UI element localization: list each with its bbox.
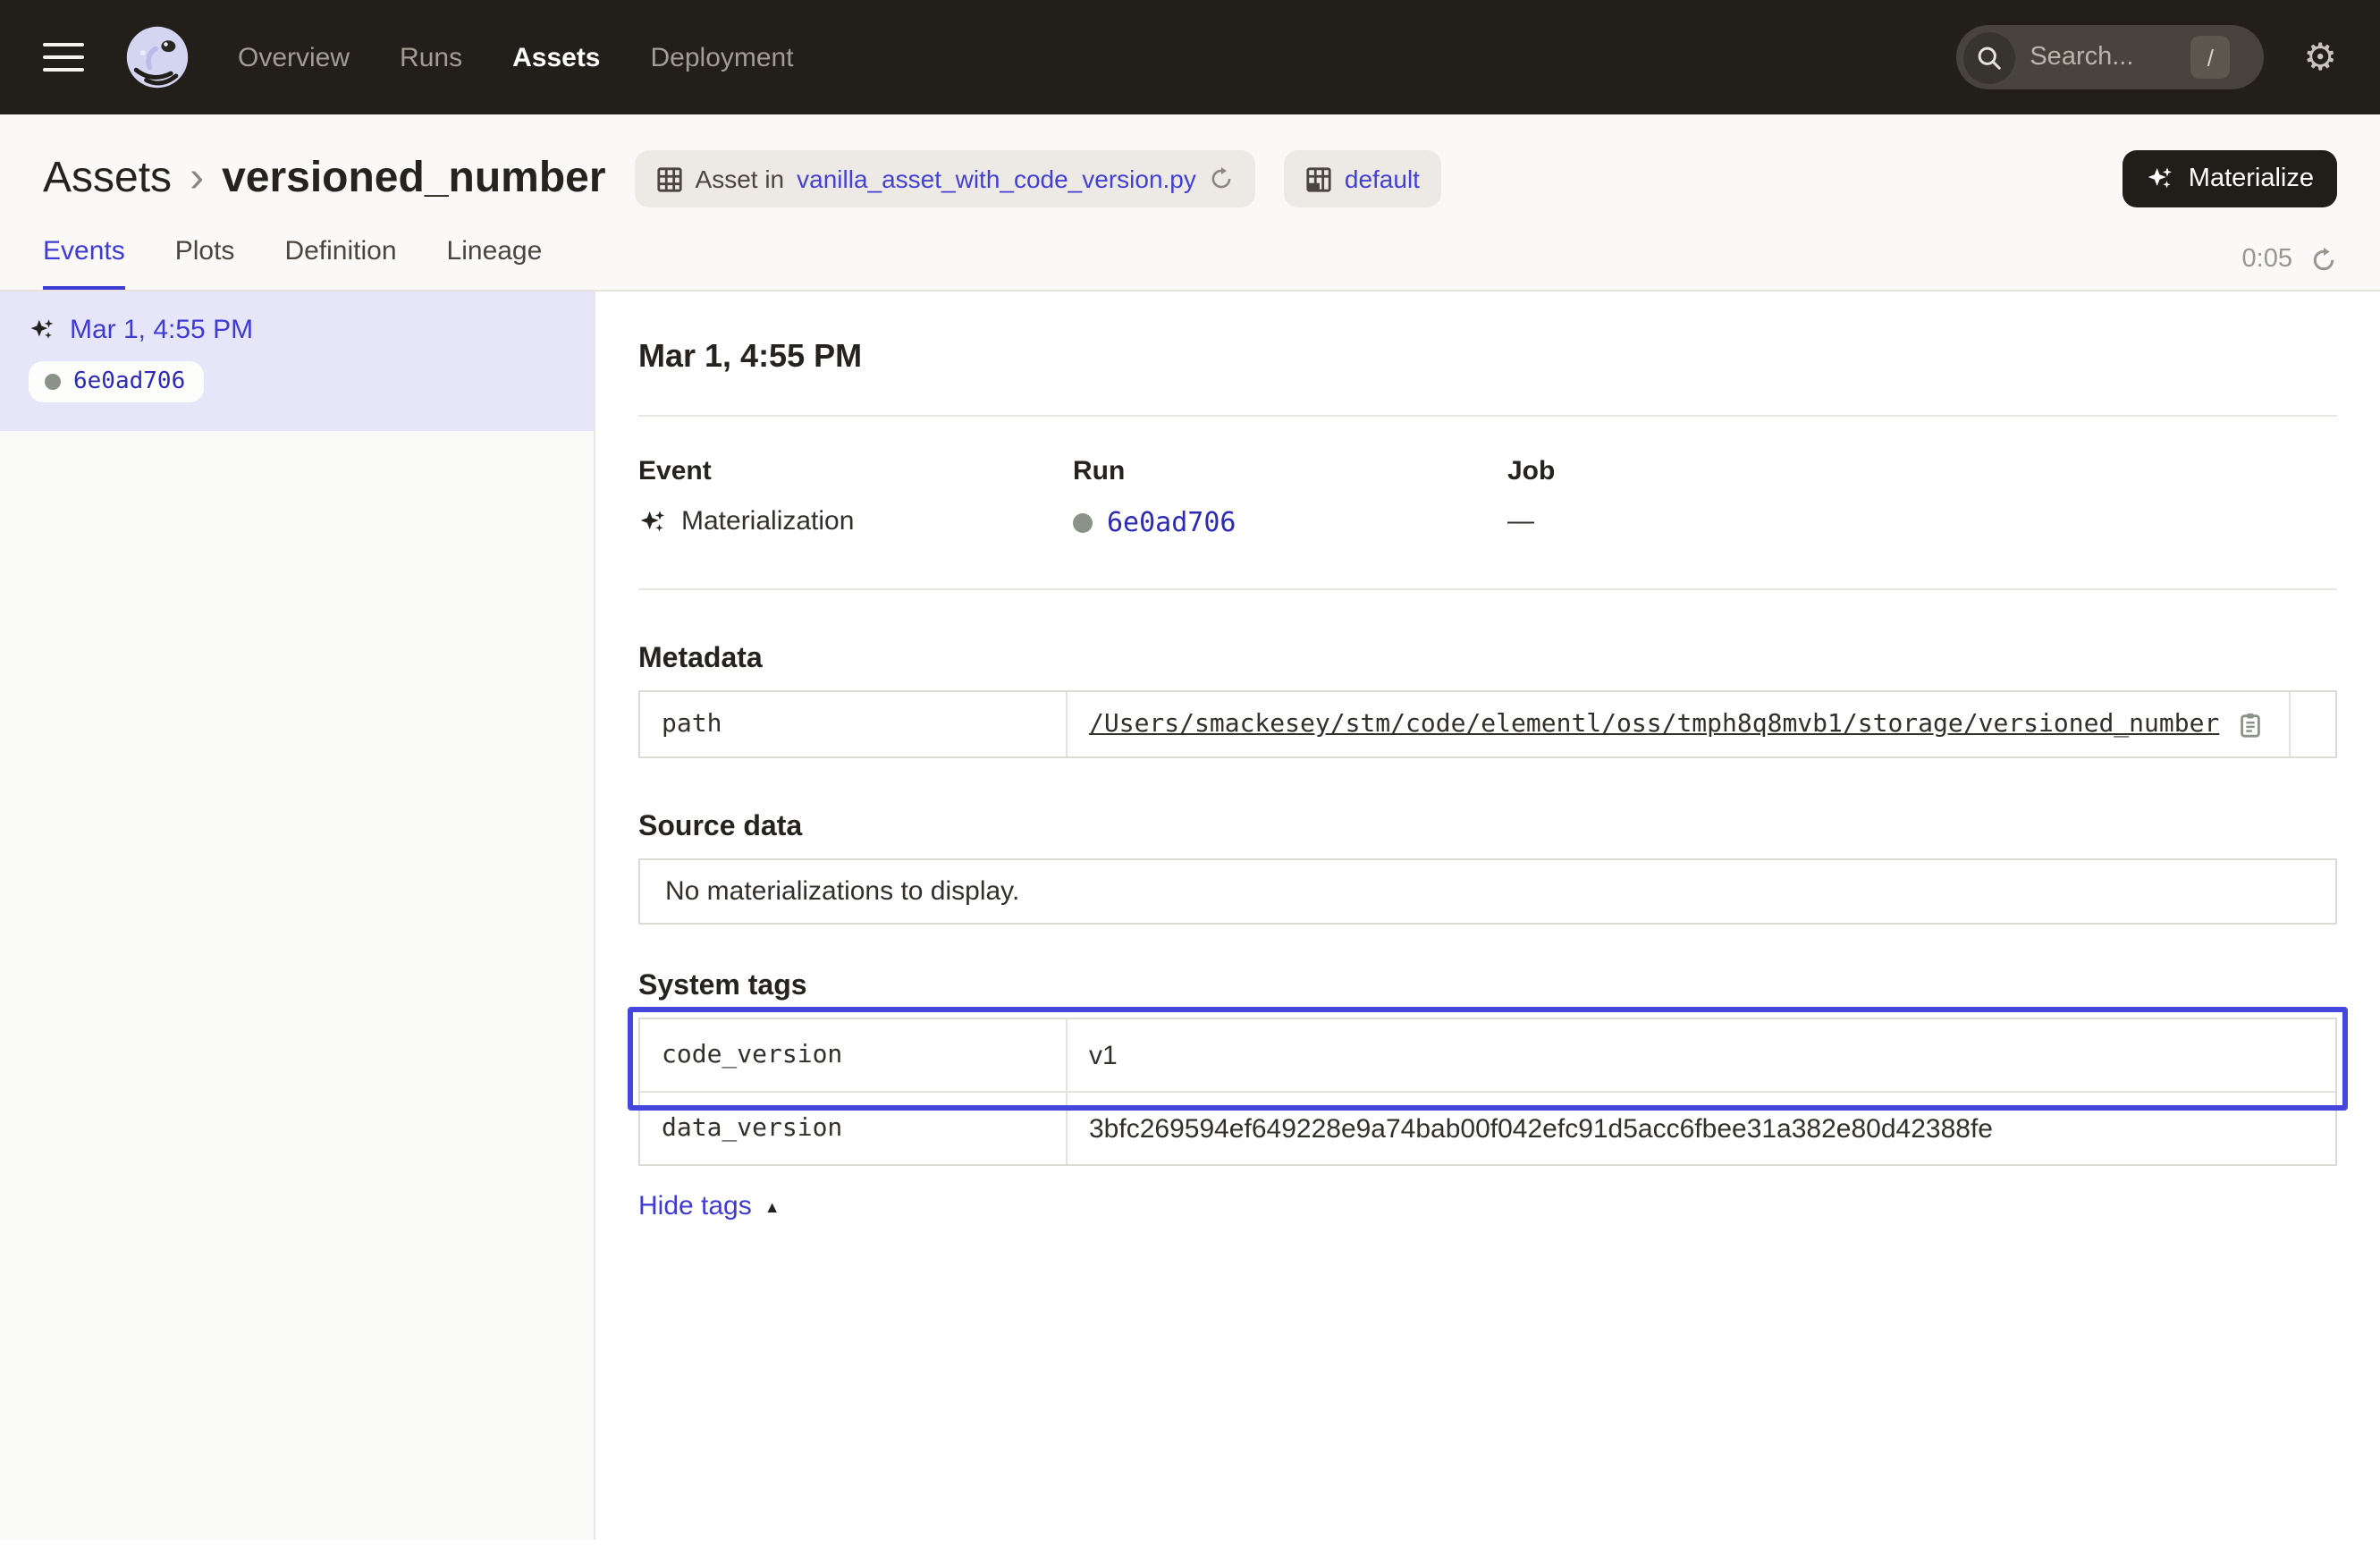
source-data-empty-state: No materializations to display.	[638, 858, 2337, 925]
tag-value: v1	[1089, 1040, 1118, 1070]
nav-item-overview[interactable]: Overview	[238, 42, 350, 72]
event-column-label: Event	[638, 456, 1073, 486]
event-detail-panel: Mar 1, 4:55 PM Event Materialization	[595, 291, 2380, 1540]
tab-lineage[interactable]: Lineage	[447, 236, 543, 290]
run-id: 6e0ad706	[73, 368, 185, 395]
caret-up-icon: ▲	[764, 1197, 781, 1215]
dagster-logo-icon[interactable]	[123, 23, 191, 91]
search-icon	[1976, 44, 2003, 71]
metadata-path-link[interactable]: /Users/smackesey/stm/code/elementl/oss/t…	[1089, 710, 2219, 739]
nav-item-deployment[interactable]: Deployment	[651, 42, 794, 72]
top-navbar: Overview Runs Assets Deployment / ⚙	[0, 0, 2380, 114]
asset-header: Assets › versioned_number Asset in vanil…	[0, 114, 2380, 291]
table-row: path /Users/smackesey/stm/code/elementl/…	[640, 692, 2335, 756]
materialization-sparkle-icon	[29, 317, 55, 343]
asset-grid-icon	[656, 165, 683, 192]
sparkle-icon	[2146, 165, 2174, 193]
hide-tags-toggle[interactable]: Hide tags ▲	[638, 1191, 781, 1221]
breadcrumb-row: Assets › versioned_number Asset in vanil…	[43, 136, 2337, 222]
event-list-item[interactable]: Mar 1, 4:55 PM 6e0ad706	[0, 291, 594, 431]
breadcrumb-assets-link[interactable]: Assets	[43, 154, 172, 204]
run-badge[interactable]: 6e0ad706	[29, 361, 203, 402]
job-column-label: Job	[1507, 456, 2337, 486]
hide-tags-label: Hide tags	[638, 1191, 752, 1221]
event-timestamp: Mar 1, 4:55 PM	[70, 315, 253, 345]
divider	[638, 415, 2337, 417]
refresh-countdown: 0:05	[2242, 245, 2292, 274]
materialize-button[interactable]: Materialize	[2123, 150, 2337, 207]
metadata-key: path	[640, 692, 1068, 756]
event-list-sidebar: Mar 1, 4:55 PM 6e0ad706	[0, 291, 595, 1540]
asset-definition-badge: Asset in vanilla_asset_with_code_version…	[635, 150, 1255, 207]
global-search[interactable]: /	[1956, 25, 2264, 89]
tag-key: code_version	[640, 1019, 1068, 1091]
asset-group-badge: default	[1284, 150, 1441, 207]
run-column-label: Run	[1073, 456, 1507, 486]
table-row: code_version v1	[640, 1019, 2335, 1091]
run-id-link[interactable]: 6e0ad706	[1107, 506, 1236, 538]
copy-icon[interactable]	[2237, 711, 2264, 738]
run-status-dot	[1073, 512, 1093, 532]
settings-gear-icon[interactable]: ⚙	[2303, 38, 2337, 76]
asset-group-icon	[1305, 165, 1332, 192]
nav-item-runs[interactable]: Runs	[400, 42, 462, 72]
metadata-actions-cell	[2289, 692, 2335, 756]
job-value: —	[1507, 506, 1534, 536]
primary-nav: Overview Runs Assets Deployment	[238, 42, 794, 72]
source-data-heading: Source data	[638, 812, 2337, 844]
materialization-sparkle-icon	[638, 507, 667, 536]
search-shortcut-key: /	[2190, 36, 2230, 79]
dagster-app: Overview Runs Assets Deployment / ⚙ Asse…	[0, 0, 2380, 1563]
tag-value: 3bfc269594ef649228e9a74bab00f042efc91d5a…	[1089, 1113, 1993, 1144]
search-input[interactable]	[2030, 43, 2176, 72]
tab-bar: Events Plots Definition Lineage 0:05	[43, 236, 2337, 290]
hamburger-menu-icon[interactable]	[43, 42, 84, 72]
event-summary: Event Materialization Run	[638, 456, 2337, 538]
metadata-heading: Metadata	[638, 644, 2337, 676]
system-tags-table: code_version v1 data_version 3bfc269594e…	[638, 1018, 2337, 1166]
asset-in-label: Asset in	[696, 165, 785, 193]
tab-plots[interactable]: Plots	[175, 236, 235, 290]
tab-events[interactable]: Events	[43, 236, 125, 290]
tag-key: data_version	[640, 1093, 1068, 1164]
event-detail-title: Mar 1, 4:55 PM	[638, 338, 2337, 376]
run-status-dot	[45, 374, 61, 390]
page-title: versioned_number	[222, 154, 605, 204]
reload-definition-icon[interactable]	[1209, 166, 1234, 191]
nav-item-assets[interactable]: Assets	[512, 42, 600, 72]
breadcrumb-separator: ›	[190, 154, 204, 204]
materialize-label: Materialize	[2189, 165, 2314, 193]
event-type-value: Materialization	[681, 506, 854, 536]
asset-file-link[interactable]: vanilla_asset_with_code_version.py	[797, 165, 1196, 193]
group-default-link[interactable]: default	[1345, 165, 1420, 193]
tab-definition[interactable]: Definition	[284, 236, 396, 290]
divider	[638, 588, 2337, 590]
table-row: data_version 3bfc269594ef649228e9a74bab0…	[640, 1091, 2335, 1164]
system-tags-heading: System tags	[638, 971, 2337, 1003]
metadata-table: path /Users/smackesey/stm/code/elementl/…	[638, 690, 2337, 758]
refresh-icon[interactable]	[2310, 246, 2337, 273]
